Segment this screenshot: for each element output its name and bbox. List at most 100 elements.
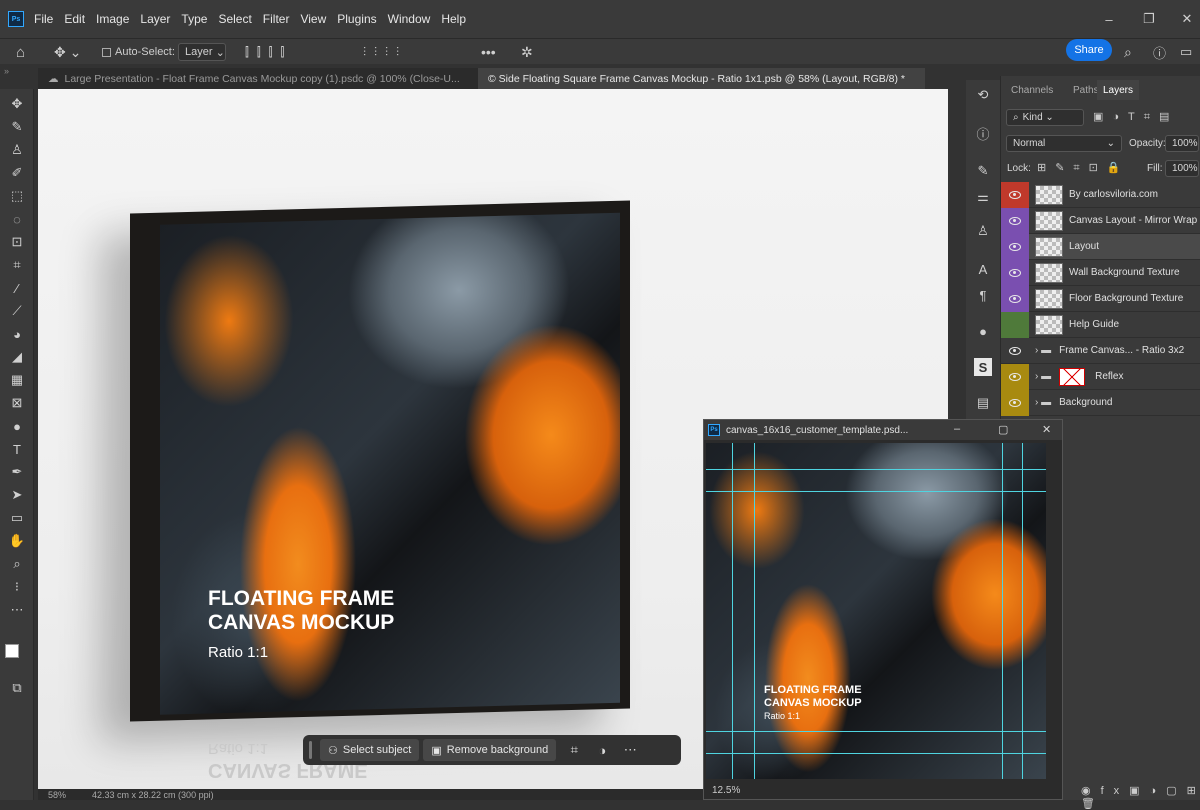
layer-visibility-toggle[interactable] xyxy=(1001,389,1029,416)
rectangle-tool-icon[interactable]: ▭ xyxy=(7,509,27,527)
frame-tool-icon[interactable]: ⊠ xyxy=(7,394,27,412)
info-panel-icon[interactable]: ⓘ xyxy=(974,124,992,142)
history-brush-icon[interactable]: ✐ xyxy=(7,164,27,182)
stamp-tool-icon[interactable]: ♙ xyxy=(7,141,27,159)
lasso-tool-icon[interactable]: ◌ xyxy=(7,210,27,228)
blur-tool-icon[interactable]: ● xyxy=(7,417,27,435)
layer-visibility-toggle[interactable] xyxy=(1001,311,1029,338)
gradient-tool-icon[interactable]: ▦ xyxy=(7,371,27,389)
help-icon[interactable]: ⓘ xyxy=(1153,43,1166,61)
zoom-tool-icon[interactable]: ⌕ xyxy=(7,555,27,573)
menu-filter[interactable]: Filter xyxy=(263,12,290,26)
opacity-input[interactable]: 100% xyxy=(1165,135,1199,152)
floating-title-bar[interactable]: Ps canvas_16x16_customer_template.psd...… xyxy=(704,420,1062,440)
move-tool-preset-icon[interactable]: ✥ ⌄ xyxy=(54,43,81,61)
share-button[interactable]: Share xyxy=(1066,39,1112,61)
menu-help[interactable]: Help xyxy=(441,12,466,26)
layer-actions[interactable]: ◉fx▣◑▢⊞🗑 xyxy=(1081,784,1200,810)
menu-select[interactable]: Select xyxy=(218,12,251,26)
layer-row[interactable]: › ▬ Background xyxy=(1001,389,1200,416)
float-close-icon[interactable]: ✕ xyxy=(1042,423,1051,436)
align-icons[interactable]: ⫿⫿⫿⫿ xyxy=(245,43,292,61)
blend-mode-dropdown[interactable]: Normal ⌄ xyxy=(1006,135,1122,152)
brush-panel-icon[interactable]: ✎ xyxy=(974,162,992,180)
transform-icon[interactable]: ⌗ xyxy=(560,742,588,758)
type-tool-icon[interactable]: T xyxy=(7,440,27,458)
layer-row[interactable]: Canvas Layout - Mirror Wrap xyxy=(1001,207,1200,234)
history-panel-icon[interactable]: ⟲ xyxy=(974,86,992,104)
clone-tool-icon[interactable]: ◕ xyxy=(7,325,27,343)
layer-row[interactable]: › ▬ Reflex xyxy=(1001,363,1200,390)
menu-plugins[interactable]: Plugins xyxy=(337,12,376,26)
character-panel-icon[interactable]: A xyxy=(974,260,992,278)
edit-toolbar-icon[interactable]: ⁝ xyxy=(7,578,27,596)
layer-visibility-toggle[interactable] xyxy=(1001,259,1029,286)
layer-thumbnail[interactable] xyxy=(1035,314,1063,335)
auto-select-checkbox[interactable]: Auto-Select: xyxy=(102,43,175,61)
eyedropper-icon[interactable]: ⁄ xyxy=(7,279,27,297)
layer-row[interactable]: › ▬ Frame Canvas... - Ratio 3x2 xyxy=(1001,338,1200,364)
drag-handle[interactable] xyxy=(309,741,312,759)
move-tool-icon[interactable]: ✥ xyxy=(7,95,27,113)
tab-large-presentation[interactable]: ☁ Large Presentation - Float Frame Canvas… xyxy=(38,68,478,89)
close-icon[interactable]: ✕ xyxy=(1180,11,1194,26)
layer-row[interactable]: Help Guide xyxy=(1001,311,1200,338)
layer-filter-dropdown[interactable]: ⌕ Kind ⌄ xyxy=(1006,109,1084,126)
healing-brush-icon[interactable]: ✎ xyxy=(7,118,27,136)
menu-layer[interactable]: Layer xyxy=(140,12,170,26)
more-options-icon[interactable]: ••• xyxy=(481,43,496,61)
layer-thumbnail[interactable] xyxy=(1035,262,1063,283)
crop-tool-icon[interactable]: ⌗ xyxy=(7,256,27,274)
layer-thumbnail[interactable] xyxy=(1035,184,1063,205)
layer-row[interactable]: Layout xyxy=(1001,233,1200,260)
floating-artwork[interactable]: FLOATING FRAME CANVAS MOCKUP Ratio 1:1 xyxy=(706,443,1046,779)
libraries-panel-icon[interactable]: ▤ xyxy=(974,394,992,412)
search-icon[interactable]: ⌕ xyxy=(1124,43,1132,61)
clone-source-panel-icon[interactable]: ♙ xyxy=(974,222,992,240)
collapse-toolbar-icon[interactable]: » xyxy=(4,66,9,76)
folder-icon[interactable]: › ▬ xyxy=(1035,345,1051,356)
adjustment-icon[interactable]: ◑ xyxy=(588,743,616,758)
layer-row[interactable]: Floor Background Texture xyxy=(1001,285,1200,312)
hand-tool-icon[interactable]: ✋ xyxy=(7,532,27,550)
tab-layers[interactable]: Layers xyxy=(1097,80,1140,100)
paragraph-panel-icon[interactable]: ¶ xyxy=(974,286,992,304)
workspace-icon[interactable]: ▭ xyxy=(1180,43,1192,61)
marquee-tool-icon[interactable]: ⬚ xyxy=(7,187,27,205)
menu-file[interactable]: File xyxy=(34,12,53,26)
path-selection-icon[interactable]: ➤ xyxy=(7,486,27,504)
layer-thumbnail[interactable] xyxy=(1035,236,1063,257)
tab-side-floating-mockup[interactable]: © Side Floating Square Frame Canvas Mock… xyxy=(478,68,925,89)
restore-icon[interactable]: ❐ xyxy=(1142,11,1156,26)
float-maximize-icon[interactable]: ▢ xyxy=(998,423,1008,436)
lock-icons[interactable]: ⊞✎⌗⊡🔒 xyxy=(1037,161,1130,175)
auto-select-dropdown[interactable]: Layer ⌄ xyxy=(178,43,226,61)
layer-row[interactable]: By carlosviloria.com xyxy=(1001,181,1200,208)
float-minimize-icon[interactable]: – xyxy=(954,423,960,435)
menu-view[interactable]: View xyxy=(300,12,326,26)
fill-input[interactable]: 100% xyxy=(1165,160,1199,177)
layer-row[interactable]: Wall Background Texture xyxy=(1001,259,1200,286)
stock-panel-icon[interactable]: S xyxy=(974,358,992,376)
tab-channels[interactable]: Channels xyxy=(1005,80,1059,100)
adjustments-panel-icon[interactable]: ⚌ xyxy=(974,188,992,206)
layer-visibility-toggle[interactable] xyxy=(1001,233,1029,260)
home-icon[interactable]: ⌂ xyxy=(16,43,25,61)
layer-visibility-toggle[interactable] xyxy=(1001,181,1029,208)
brush-tool-icon[interactable]: ⟋ xyxy=(7,302,27,320)
filter-type-icons[interactable]: ▣◑T⌗▤ xyxy=(1093,110,1178,124)
eraser-tool-icon[interactable]: ◢ xyxy=(7,348,27,366)
screen-mode-icon[interactable]: ⧉ xyxy=(7,679,27,697)
distribute-icons[interactable]: ⫶⫶⫶⫶ xyxy=(363,43,407,61)
layer-mask-thumbnail[interactable] xyxy=(1059,367,1086,386)
select-subject-button[interactable]: ⚇ Select subject xyxy=(320,739,420,761)
menu-type[interactable]: Type xyxy=(181,12,207,26)
pen-tool-icon[interactable]: ✒ xyxy=(7,463,27,481)
menu-edit[interactable]: Edit xyxy=(64,12,85,26)
object-selection-icon[interactable]: ⊡ xyxy=(7,233,27,251)
layer-visibility-toggle[interactable] xyxy=(1001,207,1029,234)
layer-visibility-toggle[interactable] xyxy=(1001,338,1029,364)
3d-panel-icon[interactable]: ● xyxy=(974,322,992,340)
more-icon[interactable]: ⋯ xyxy=(616,742,644,758)
menu-image[interactable]: Image xyxy=(96,12,129,26)
